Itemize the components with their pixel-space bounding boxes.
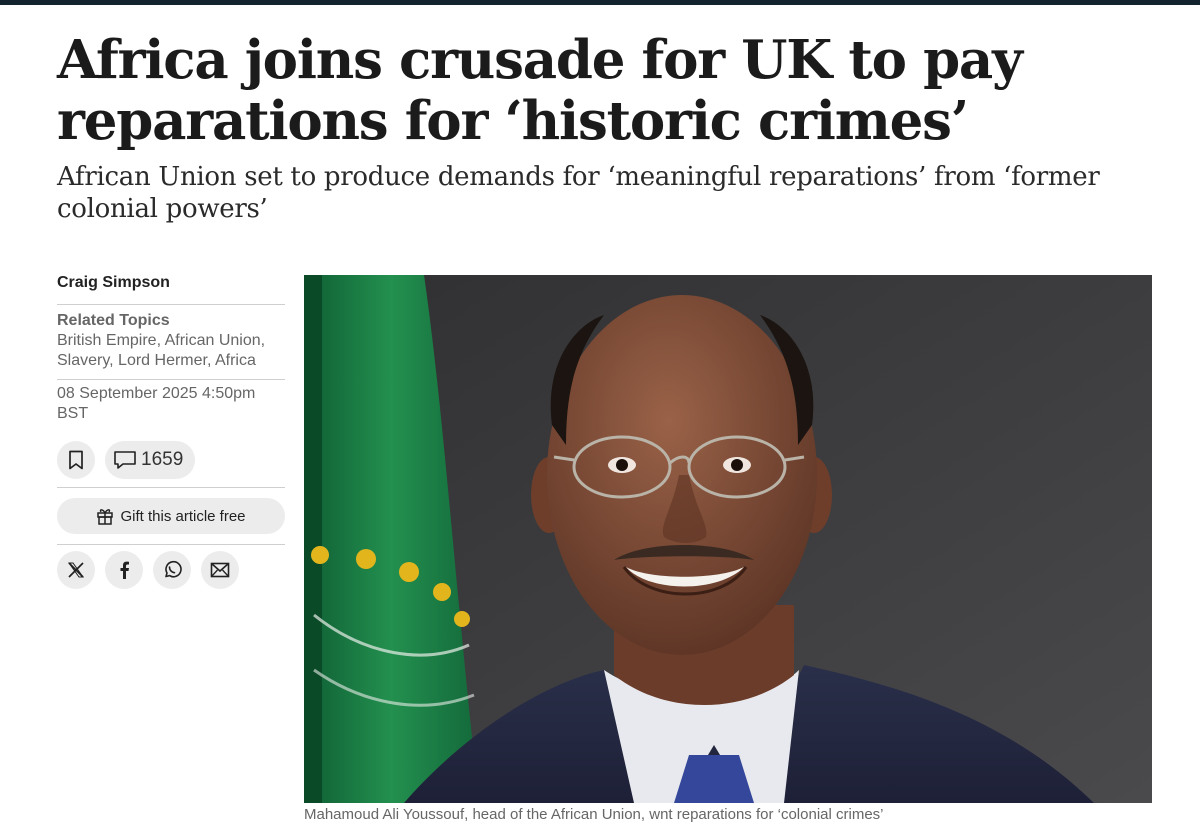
standfirst: African Union set to produce demands for…: [57, 162, 1100, 224]
portrait-illustration: [304, 275, 1152, 803]
related-topics-list[interactable]: British Empire, African Union, Slavery, …: [57, 331, 285, 371]
article-sidebar: Craig Simpson Related Topics British Emp…: [57, 272, 285, 589]
gift-section: Gift this article free: [57, 488, 285, 544]
share-email-button[interactable]: [201, 551, 239, 589]
article-actions: 1659: [57, 441, 285, 487]
gift-label: Gift this article free: [120, 507, 246, 525]
facebook-icon: [120, 561, 129, 579]
comments-button[interactable]: 1659: [105, 441, 196, 479]
share-buttons: [57, 545, 285, 589]
comment-icon: [114, 451, 136, 469]
top-bar: [0, 0, 1200, 5]
gift-icon: [97, 509, 114, 525]
share-facebook-button[interactable]: [105, 551, 143, 589]
whatsapp-icon: [165, 560, 182, 578]
bookmark-button[interactable]: [57, 441, 95, 479]
photo-caption: Mahamoud Ali Youssouf, head of the Afric…: [304, 806, 884, 823]
share-whatsapp-button[interactable]: [153, 551, 191, 589]
article-photo: [304, 275, 1152, 803]
gift-article-button[interactable]: Gift this article free: [57, 498, 285, 534]
bookmark-icon: [69, 450, 83, 470]
publish-date: 08 September 2025 4:50pm BST: [57, 385, 256, 422]
author-name[interactable]: Craig Simpson: [57, 272, 285, 304]
comment-count: 1659: [141, 449, 184, 470]
related-topics-title: Related Topics: [57, 312, 170, 329]
email-icon: [210, 562, 230, 578]
headline: Africa joins crusade for UK to pay repar…: [57, 29, 1023, 152]
related-topics: Related Topics British Empire, African U…: [57, 305, 285, 379]
share-x-button[interactable]: [57, 551, 95, 589]
x-icon: [68, 562, 84, 578]
